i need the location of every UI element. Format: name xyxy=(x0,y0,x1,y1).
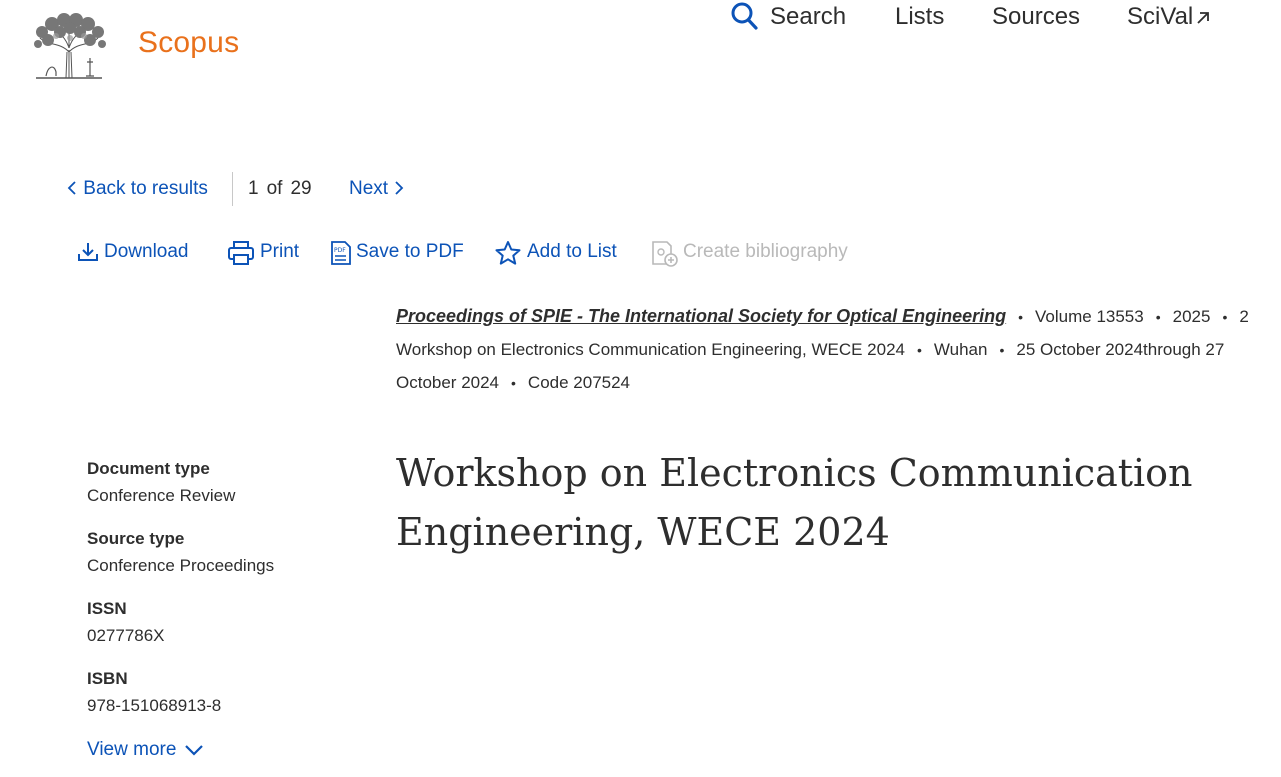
nav-scival[interactable]: SciVal xyxy=(1127,0,1211,34)
metadata-value: 978-151068913-8 xyxy=(87,696,222,715)
metadata-label: Document type xyxy=(87,459,210,478)
chevron-down-icon xyxy=(185,745,204,756)
nav-search-label: Search xyxy=(770,3,847,30)
source-info: Proceedings of SPIE - The International … xyxy=(396,300,1281,399)
metadata-value: Conference Review xyxy=(87,486,236,505)
document-title-line-2: Engineering, WECE 2024 xyxy=(396,510,890,554)
printer-icon xyxy=(228,241,254,265)
conference-location: Wuhan xyxy=(933,340,988,359)
save-to-pdf-label: Save to PDF xyxy=(356,241,464,262)
current-result: 1 xyxy=(248,178,259,199)
separator-dot: • xyxy=(999,342,1005,358)
metadata-label: Source type xyxy=(87,529,185,548)
create-bibliography-label: Create bibliography xyxy=(683,241,848,262)
metadata-value: 0277786X xyxy=(87,626,165,645)
metadata-source-type: Source type Conference Proceedings xyxy=(87,526,367,596)
metadata-label: ISSN xyxy=(87,599,127,618)
nav-sources[interactable]: Sources xyxy=(992,0,1080,34)
document-metadata: Document type Conference Review Source t… xyxy=(87,456,367,736)
separator-dot: • xyxy=(511,375,516,391)
bibliography-icon xyxy=(652,241,678,267)
source-line-1: Proceedings of SPIE - The International … xyxy=(396,300,1281,333)
year: 2025 xyxy=(1172,307,1211,326)
metadata-isbn: ISBN 978-151068913-8 xyxy=(87,666,367,736)
total-results: 29 xyxy=(290,178,312,199)
separator-dot: • xyxy=(1155,309,1161,325)
conference-dates-end: October 2024 xyxy=(396,373,500,392)
nav-lists[interactable]: Lists xyxy=(895,0,944,34)
back-to-results-label: Back to results xyxy=(83,178,208,199)
of-label: of xyxy=(266,178,283,199)
chevron-right-icon xyxy=(395,181,404,195)
external-link-icon xyxy=(1197,11,1210,24)
conference-code: Code 207524 xyxy=(527,373,631,392)
view-more-label: View more xyxy=(87,739,177,760)
separator-dot: • xyxy=(1222,309,1228,325)
chevron-left-icon xyxy=(67,181,76,195)
back-to-results-link[interactable]: Back to results xyxy=(66,172,208,206)
document-title: Workshop on Electronics Communication En… xyxy=(396,444,1256,562)
star-icon xyxy=(495,241,521,265)
source-line-2: Workshop on Electronics Communication En… xyxy=(396,333,1281,366)
pdf-file-icon: PDF xyxy=(331,241,351,265)
add-to-list-label: Add to List xyxy=(527,241,617,262)
conference-dates: 25 October 2024through 27 xyxy=(1016,340,1225,359)
scopus-brand[interactable]: Scopus xyxy=(138,26,239,60)
next-result-link[interactable]: Next xyxy=(349,172,405,206)
separator-dot: • xyxy=(917,342,922,358)
metadata-document-type: Document type Conference Review xyxy=(87,456,367,526)
metadata-issn: ISSN 0277786X xyxy=(87,596,367,666)
source-line-3: October 2024 • Code 207524 xyxy=(396,366,1281,399)
view-more-button[interactable]: View more xyxy=(87,735,204,765)
separator-dot: • xyxy=(1018,309,1024,325)
document-title-line-1: Workshop on Electronics Communication xyxy=(396,451,1193,495)
metadata-label: ISBN xyxy=(87,669,128,688)
metadata-value: Conference Proceedings xyxy=(87,556,275,575)
download-label: Download xyxy=(104,241,189,262)
volume: Volume 13553 xyxy=(1035,307,1144,326)
next-label: Next xyxy=(349,178,389,199)
result-counter: 1 of 29 xyxy=(248,172,320,206)
search-icon xyxy=(731,2,758,30)
divider xyxy=(232,172,233,206)
conference-name: Workshop on Electronics Communication En… xyxy=(396,340,905,359)
nav-scival-label: SciVal xyxy=(1127,3,1194,30)
download-icon xyxy=(78,243,98,261)
elsevier-logo-icon[interactable] xyxy=(30,12,108,80)
print-label: Print xyxy=(260,241,300,262)
year-tail: 2 xyxy=(1239,307,1249,326)
pdf-icon-text: PDF xyxy=(334,247,346,254)
journal-link[interactable]: Proceedings of SPIE - The International … xyxy=(396,306,1006,326)
